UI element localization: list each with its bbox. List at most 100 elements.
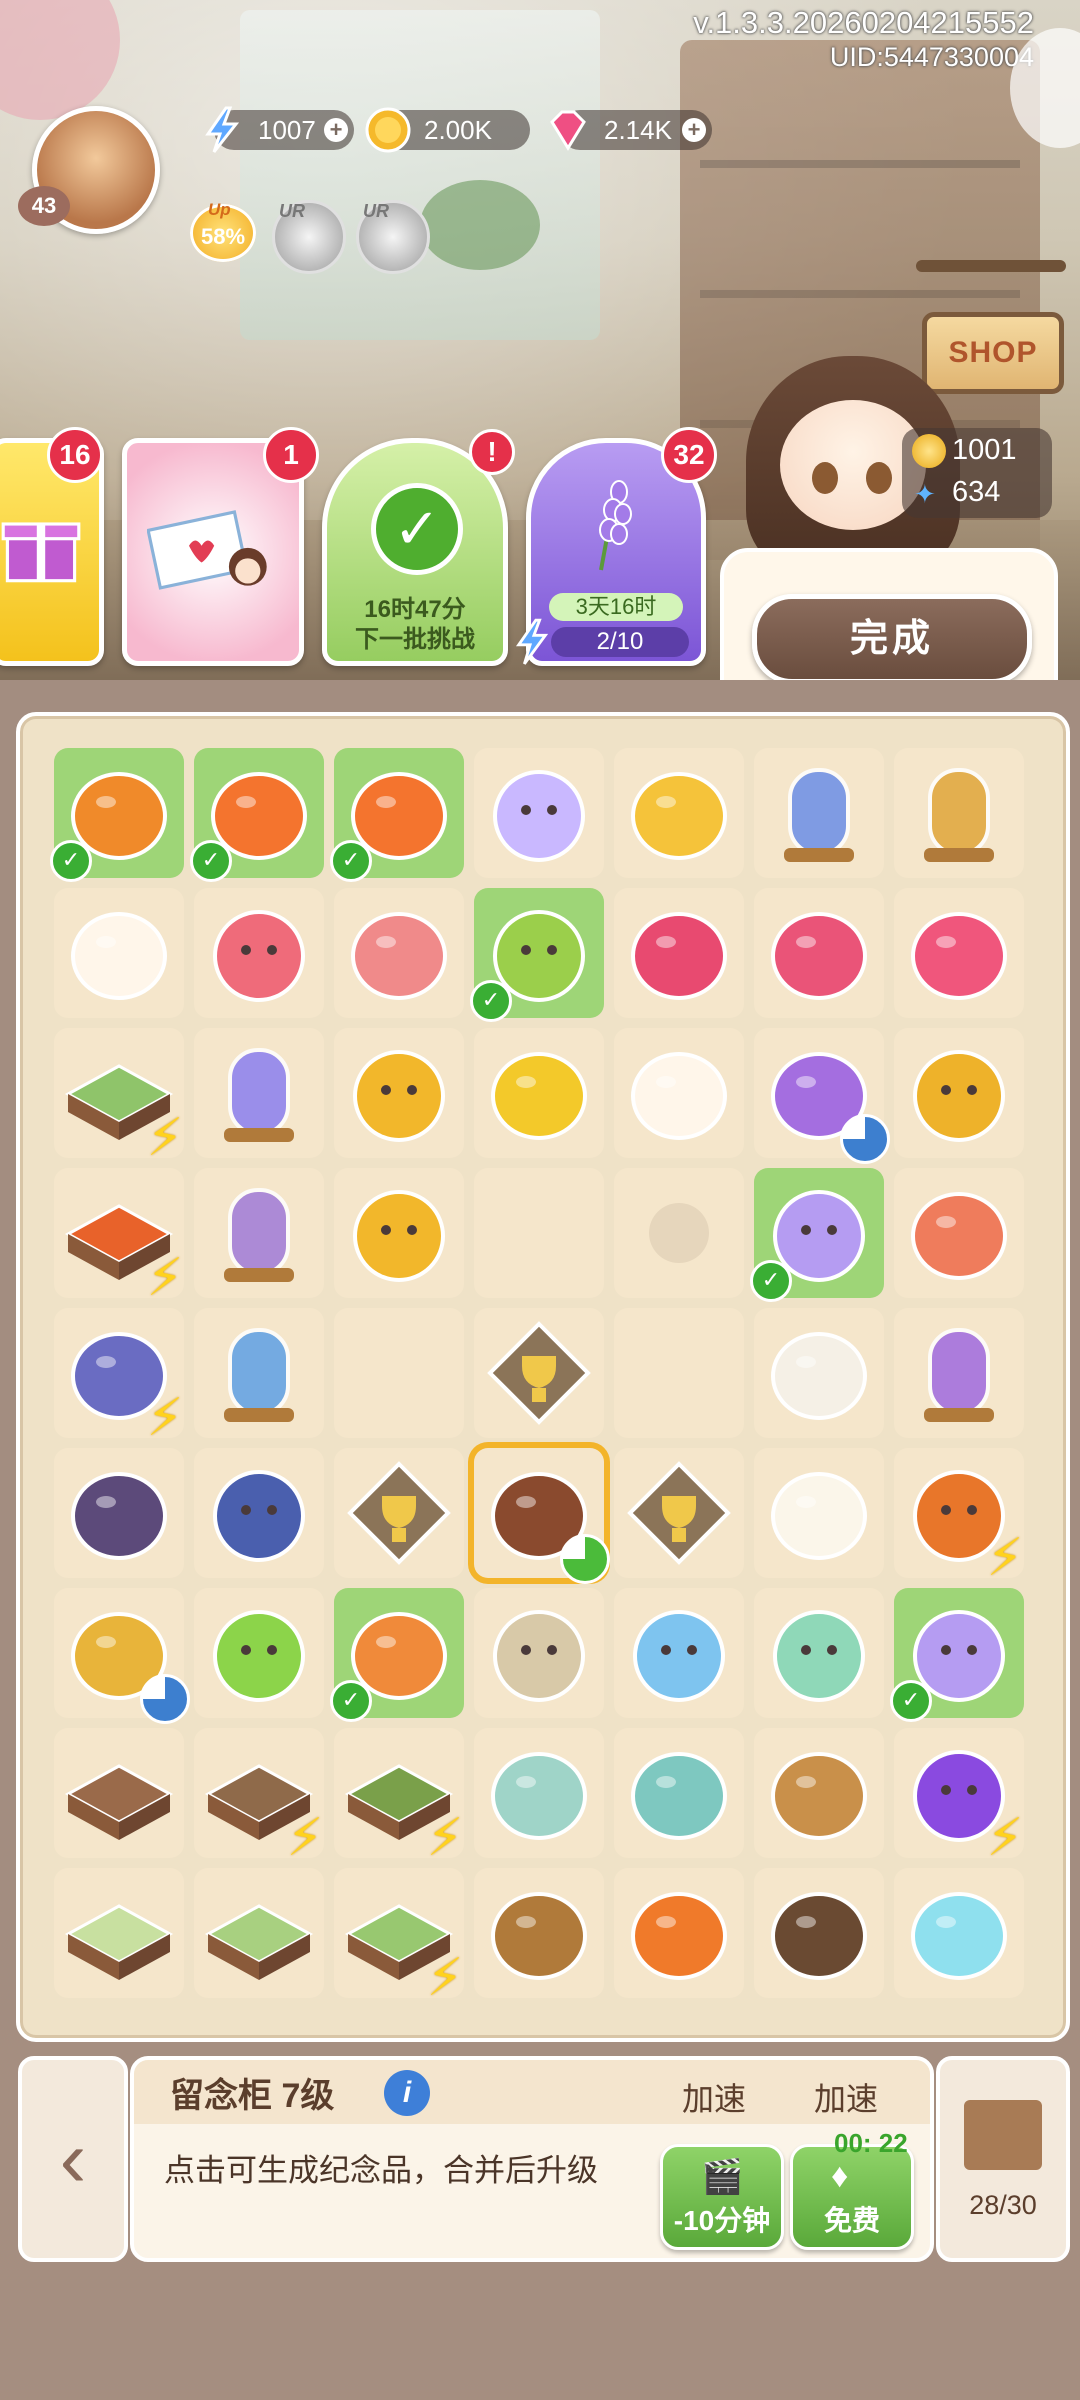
board-cell[interactable] (194, 1868, 324, 1998)
lightning-icon: ⚡ (146, 1249, 184, 1307)
board-cell[interactable] (54, 1588, 190, 1724)
coin-value: 2.00K (424, 115, 492, 145)
board-cell[interactable] (614, 888, 744, 1018)
add-energy-icon[interactable]: + (324, 118, 348, 142)
board-cell[interactable] (334, 1168, 464, 1298)
board-cell[interactable]: ⚡ (334, 1728, 464, 1867)
up-rate-badge[interactable]: Up 58% (190, 200, 256, 262)
board-cell[interactable] (54, 1448, 184, 1578)
board-cell[interactable] (894, 888, 1024, 1018)
lightning-icon: ⚡ (986, 1809, 1024, 1867)
lightning-icon (205, 106, 240, 153)
board-cell[interactable] (754, 1028, 890, 1164)
board-cell[interactable] (754, 748, 884, 878)
board-cell[interactable]: ⚡ (54, 1308, 184, 1447)
board-cell[interactable] (54, 1868, 184, 1998)
board-cell[interactable] (54, 1728, 184, 1858)
lavender-event-card[interactable]: 3天16时 2/10 32 (515, 427, 717, 666)
complete-order-button[interactable]: 完成 (752, 594, 1032, 684)
board-cell[interactable] (754, 1728, 884, 1858)
board-cell[interactable] (334, 888, 464, 1018)
board-cell[interactable] (894, 1028, 1024, 1158)
board-cell[interactable] (334, 1448, 464, 1578)
board-cell[interactable] (474, 1308, 604, 1438)
board-cell[interactable]: ✓ (890, 1588, 1024, 1722)
board-cell[interactable] (194, 1448, 324, 1578)
board-cell[interactable]: ✓ (50, 748, 184, 882)
board-cell[interactable]: ⚡ (894, 1728, 1024, 1867)
check-icon: ✓ (330, 840, 372, 882)
board-cell[interactable]: ✓ (190, 748, 324, 882)
board-cell[interactable] (334, 1028, 464, 1158)
board-cell[interactable]: ⚡ (894, 1448, 1024, 1587)
shop-button[interactable]: SHOP (922, 312, 1064, 394)
challenge-event-card[interactable]: ✓ 16时47分 下一批挑战 ! (322, 429, 515, 666)
ice-shards-icon (911, 1892, 1007, 1980)
board-cell[interactable] (754, 1588, 884, 1718)
board-cell[interactable] (754, 888, 884, 1018)
board-cell[interactable] (614, 1028, 744, 1158)
back-button[interactable]: ‹ (18, 2056, 128, 2262)
add-gem-icon[interactable]: + (682, 118, 706, 142)
board-cell[interactable]: ✓ (750, 1168, 884, 1302)
ruby-pile-icon (631, 912, 727, 1000)
board-cell[interactable] (474, 1728, 604, 1858)
watch-ad-speedup-button[interactable]: 🎬 -10分钟 (660, 2144, 784, 2250)
ur-coin-2[interactable]: UR (356, 200, 430, 274)
board-cell[interactable] (334, 1308, 464, 1438)
board-cell[interactable] (894, 1868, 1024, 1998)
board-cell[interactable]: ✓ (470, 888, 604, 1022)
board-cell[interactable] (614, 1588, 744, 1718)
green-drop-icon (773, 1610, 865, 1702)
green-blob-icon (213, 1610, 305, 1702)
npc-eye-left (812, 462, 838, 494)
board-cell[interactable] (614, 1168, 744, 1298)
board-cell[interactable] (194, 1168, 324, 1298)
board-cell[interactable] (474, 748, 604, 878)
coin-counter[interactable]: 2.00K (365, 107, 530, 153)
board-cell[interactable] (614, 1728, 744, 1858)
board-cell[interactable] (754, 1868, 884, 1998)
board-cell[interactable] (894, 1308, 1024, 1438)
board-cell[interactable] (474, 1448, 610, 1584)
board-cell[interactable] (614, 1448, 744, 1578)
gift-event-card[interactable]: 16 (0, 427, 104, 666)
board-cell[interactable] (474, 1168, 604, 1298)
tree-stump-icon (771, 1892, 867, 1980)
board-cell[interactable] (614, 1868, 744, 1998)
board-cell[interactable] (474, 1028, 604, 1158)
board-cell[interactable] (754, 1448, 884, 1578)
flower-book-icon (71, 1472, 167, 1560)
board-cell[interactable] (194, 1588, 324, 1718)
board-cell[interactable] (614, 748, 744, 878)
board-cell[interactable]: ✓ (330, 748, 464, 882)
board-cell[interactable] (194, 888, 324, 1018)
coin-icon (365, 107, 411, 153)
board-cell[interactable] (474, 1588, 604, 1718)
board-cell[interactable] (194, 1028, 324, 1158)
board-cell[interactable]: ⚡ (334, 1868, 464, 2007)
board-cell[interactable] (614, 1308, 744, 1438)
info-icon[interactable]: i (384, 2070, 430, 2116)
board-cell[interactable] (474, 1868, 604, 1998)
version-info: v.1.3.3.20260204215552 UID:5447330004 (693, 4, 1034, 72)
gem-icon (550, 110, 586, 151)
free-speedup-button[interactable]: ♦ 免费 (790, 2144, 914, 2250)
board-cell[interactable] (894, 1168, 1024, 1298)
board-cell[interactable]: ✓ (330, 1588, 464, 1722)
board-cell[interactable]: ⚡ (194, 1728, 324, 1867)
board-cell[interactable] (194, 1308, 324, 1438)
board-cell[interactable] (894, 748, 1024, 878)
butterfly-icon: ✦ (914, 479, 936, 509)
board-cell[interactable]: ⚡ (54, 1168, 184, 1307)
ur-coin-1[interactable]: UR (272, 200, 346, 274)
gem-counter[interactable]: 2.14K + (550, 110, 712, 151)
board-cell[interactable] (54, 888, 184, 1018)
check-icon: ✓ (371, 483, 463, 575)
mail-event-card[interactable]: 1 (122, 427, 319, 666)
lightning-icon: ⚡ (146, 1109, 184, 1167)
board-cell[interactable] (754, 1308, 884, 1438)
storage-box-button[interactable]: 28/30 (936, 2056, 1070, 2262)
energy-counter[interactable]: 1007 + (205, 106, 354, 153)
board-cell[interactable]: ⚡ (54, 1028, 184, 1167)
